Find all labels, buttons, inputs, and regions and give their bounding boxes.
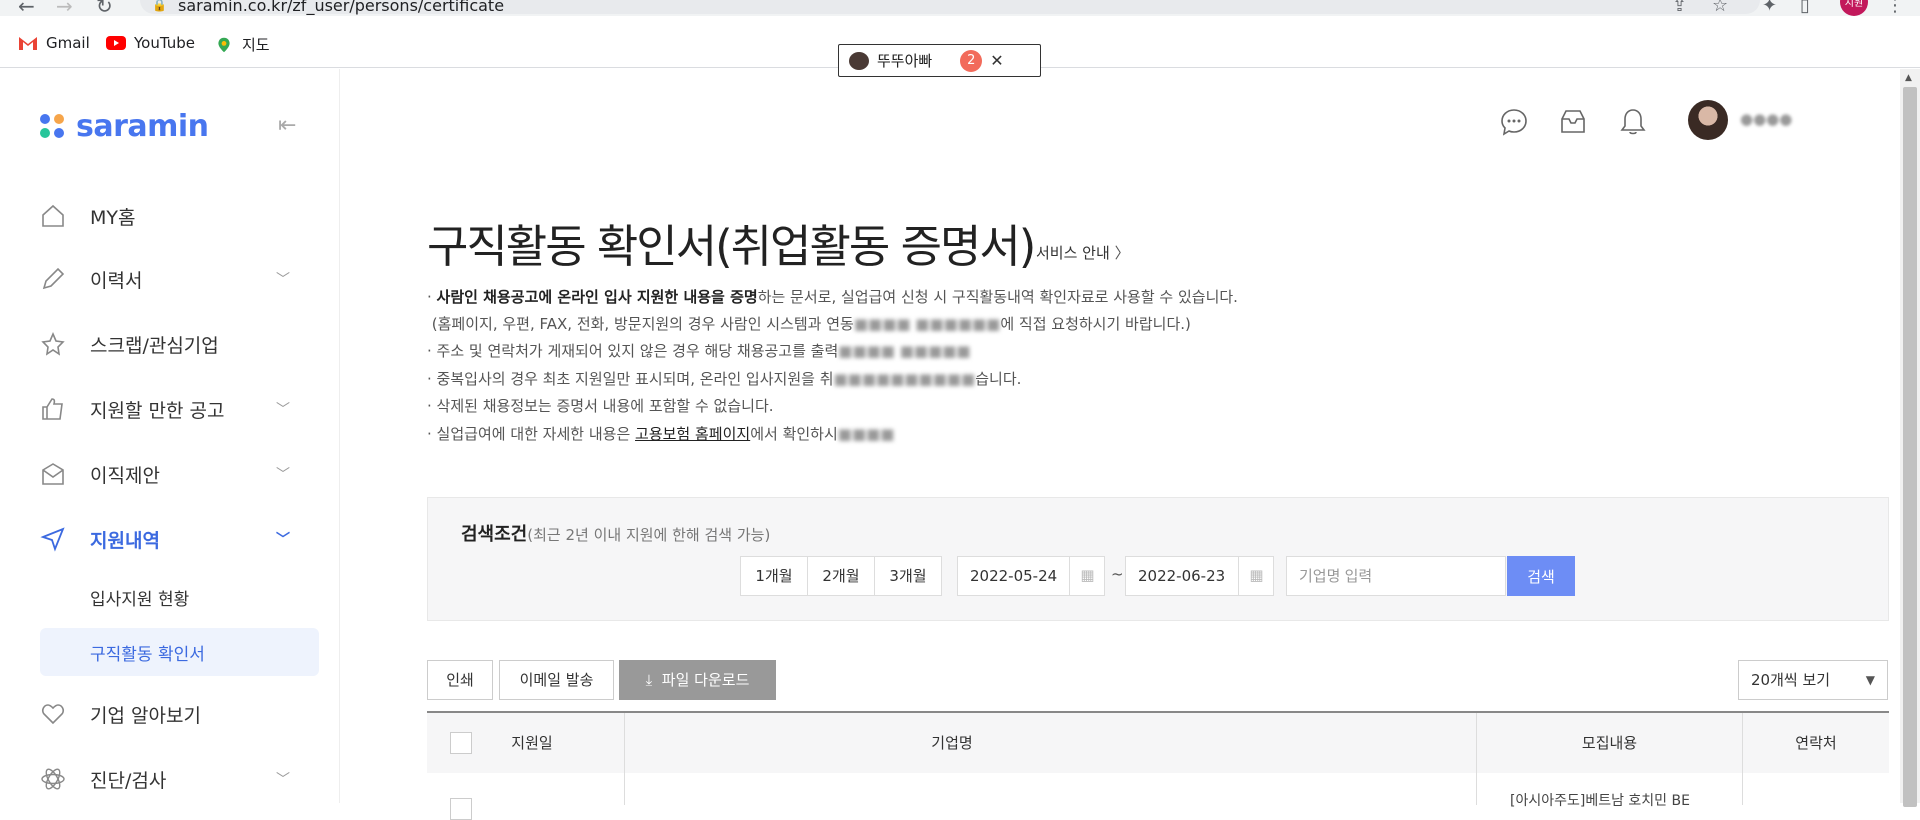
column-header-recruitment: 모집내용 bbox=[1581, 734, 1638, 752]
url-text[interactable]: saramin.co.kr/zf_user/persons/certificat… bbox=[178, 0, 504, 15]
company-name-input[interactable] bbox=[1286, 556, 1506, 596]
search-title: 검색조건(최근 2년 이내 지원에 한해 검색 가능) bbox=[461, 524, 771, 545]
column-header-company: 기업명 bbox=[931, 734, 973, 752]
bookmark-gmail[interactable]: Gmail bbox=[18, 34, 90, 52]
sidebar-item-recommended-jobs[interactable]: 지원할 만한 공고 ﹀ bbox=[40, 389, 300, 429]
scroll-up-arrow-icon[interactable]: ▲ bbox=[1905, 73, 1912, 83]
sidebar-item-resume[interactable]: 이력서 ﹀ bbox=[40, 259, 300, 299]
page-title: 구직활동 확인서(취업활동 증명서) bbox=[427, 220, 1036, 273]
chevron-down-icon: ﹀ bbox=[276, 772, 290, 788]
sidebar-item-company-explore[interactable]: 기업 알아보기 bbox=[40, 694, 300, 734]
back-arrow-icon[interactable]: ← bbox=[18, 0, 35, 16]
caret-down-icon: ▼ bbox=[1865, 673, 1875, 687]
mail-icon bbox=[42, 463, 64, 485]
chevron-down-icon: ﹀ bbox=[276, 467, 290, 483]
bookmarks-bar: Gmail YouTube 지도 뚜뚜아빠 2 ✕ bbox=[0, 16, 1920, 77]
gmail-icon bbox=[19, 37, 37, 50]
chat-tab-popup[interactable]: 뚜뚜아빠 2 ✕ bbox=[838, 44, 1041, 77]
chevron-right-icon: 〉 bbox=[1114, 244, 1130, 262]
profile-avatar[interactable]: 지원 bbox=[1840, 0, 1868, 16]
star-icon bbox=[41, 331, 65, 356]
notice-line-2: (홈페이지, 우편, FAX, 전화, 방문지원의 경우 사람인 시스템과 연동… bbox=[431, 315, 1191, 333]
reload-icon[interactable]: ↻ bbox=[96, 0, 113, 16]
send-icon bbox=[40, 527, 65, 552]
scroll-thumb[interactable] bbox=[1903, 87, 1917, 807]
notice-line-4: · 중복입사의 경우 최초 지원일만 표시되며, 온라인 입사지원을 취■■■■… bbox=[427, 370, 1022, 388]
atom-icon bbox=[41, 768, 65, 790]
calendar-icon[interactable]: ▦ bbox=[1069, 556, 1105, 596]
pencil-icon bbox=[42, 267, 65, 290]
email-send-button[interactable]: 이메일 발송 bbox=[499, 660, 614, 700]
bookmark-youtube[interactable]: YouTube bbox=[106, 34, 195, 52]
sidebar-subitem-application-status[interactable]: 입사지원 현황 bbox=[40, 573, 319, 621]
calendar-icon[interactable]: ▦ bbox=[1238, 556, 1274, 596]
period-1-month-button[interactable]: 1개월 bbox=[740, 556, 808, 596]
row-checkbox[interactable] bbox=[450, 798, 472, 820]
column-header-contact: 연락처 bbox=[1795, 734, 1837, 752]
notification-count-badge: 2 bbox=[960, 49, 983, 72]
chevron-down-icon: ﹀ bbox=[276, 272, 290, 288]
notice-line-1: · 사람인 채용공고에 온라인 입사 지원한 내용을 증명하는 문서로, 실업급… bbox=[427, 288, 1238, 306]
notice-line-5: · 삭제된 채용정보는 증명서 내용에 포함할 수 없습니다. bbox=[427, 397, 774, 415]
thumbs-up-icon bbox=[42, 398, 63, 420]
chevron-down-icon: ﹀ bbox=[276, 532, 290, 548]
extensions-icon[interactable]: ✦ bbox=[1762, 0, 1777, 16]
column-header-apply-date: 지원일 bbox=[511, 734, 553, 752]
notice-line-6: · 실업급여에 대한 자세한 내용은 고용보험 홈페이지에서 확인하시■■■■ bbox=[427, 425, 895, 443]
chat-icon[interactable] bbox=[1499, 107, 1529, 137]
browser-toolbar: ← → ↻ 🔒 saramin.co.kr/zf_user/persons/ce… bbox=[0, 0, 1920, 16]
period-3-month-button[interactable]: 3개월 bbox=[874, 556, 942, 596]
download-icon: ⤓ bbox=[645, 671, 653, 689]
bell-icon[interactable] bbox=[1618, 107, 1648, 137]
sidebar-item-applications[interactable]: 지원내역 ﹀ bbox=[40, 519, 300, 559]
search-button[interactable]: 검색 bbox=[1507, 556, 1575, 596]
search-panel: 검색조건(최근 2년 이내 지원에 한해 검색 가능) 1개월 2개월 3개월 … bbox=[427, 497, 1889, 621]
select-all-checkbox[interactable] bbox=[450, 732, 472, 754]
date-separator: ~ bbox=[1111, 565, 1124, 583]
page-scrollbar[interactable]: ▲ bbox=[1900, 69, 1920, 807]
side-panel-icon[interactable]: ▯ bbox=[1800, 0, 1810, 16]
bookmark-maps[interactable]: 지도 bbox=[214, 34, 270, 55]
youtube-icon bbox=[106, 36, 126, 50]
file-download-button[interactable]: ⤓ 파일 다운로드 bbox=[619, 660, 776, 700]
collapse-sidebar-icon[interactable]: ⇤ bbox=[278, 113, 296, 138]
service-guide-link[interactable]: 서비스 안내 〉 bbox=[1036, 242, 1130, 263]
lock-icon: 🔒 bbox=[152, 0, 167, 12]
logo-dots-icon bbox=[40, 113, 66, 140]
share-icon[interactable]: ⇪ bbox=[1672, 0, 1687, 16]
menu-kebab-icon[interactable]: ⋮ bbox=[1886, 0, 1904, 16]
home-icon bbox=[42, 204, 64, 227]
employment-insurance-link[interactable]: 고용보험 홈페이지 bbox=[635, 425, 750, 443]
bookmark-star-icon[interactable]: ☆ bbox=[1712, 0, 1728, 16]
page-size-select[interactable]: 20개씩 보기 ▼ bbox=[1738, 660, 1888, 700]
chevron-down-icon: ﹀ bbox=[276, 402, 290, 418]
heart-icon bbox=[41, 704, 65, 725]
table-header: 지원일 기업명 모집내용 연락처 bbox=[427, 711, 1889, 805]
forward-arrow-icon[interactable]: → bbox=[56, 0, 73, 16]
saramin-logo[interactable]: saramin bbox=[40, 109, 209, 144]
sidebar: saramin ⇤ bbox=[0, 69, 340, 803]
sidebar-item-job-offers[interactable]: 이직제안 ﹀ bbox=[40, 454, 300, 494]
inbox-icon[interactable] bbox=[1558, 107, 1588, 137]
user-avatar[interactable] bbox=[1688, 100, 1728, 140]
close-icon[interactable]: ✕ bbox=[990, 51, 1003, 70]
sidebar-subitem-job-search-certificate[interactable]: 구직활동 확인서 bbox=[40, 628, 319, 676]
chat-bubble-icon bbox=[849, 51, 869, 70]
user-name-blurred[interactable]: ●●●● bbox=[1740, 110, 1792, 128]
period-2-month-button[interactable]: 2개월 bbox=[807, 556, 875, 596]
print-button[interactable]: 인쇄 bbox=[427, 660, 493, 700]
sidebar-item-my-home[interactable]: MY홈 bbox=[40, 196, 300, 236]
sidebar-item-scrap[interactable]: 스크랩/관심기업 bbox=[40, 324, 300, 364]
sidebar-item-diagnosis[interactable]: 진단/검사 ﹀ bbox=[40, 759, 300, 799]
map-pin-icon bbox=[218, 37, 230, 52]
table-row-recruitment-text: [아시아주도]베트남 호치민 BE bbox=[1510, 793, 1690, 809]
notice-line-3: · 주소 및 연락처가 게재되어 있지 않은 경우 해당 채용공고를 출력■■■… bbox=[427, 342, 971, 360]
